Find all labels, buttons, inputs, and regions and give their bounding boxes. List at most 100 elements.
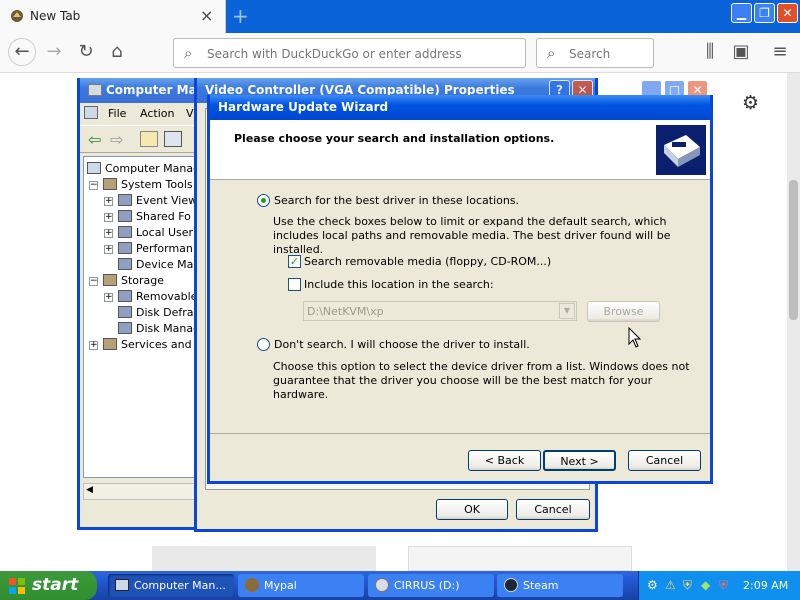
dont-search-radio[interactable] <box>257 338 270 351</box>
chevron-down-icon[interactable]: ▼ <box>559 303 575 319</box>
search-best-driver-label[interactable]: Search for the best driver in these loca… <box>274 194 519 207</box>
gear-icon[interactable]: ⚙ <box>742 92 759 114</box>
tree-item[interactable]: Services and A <box>103 338 197 351</box>
system-menu-icon[interactable] <box>84 106 98 119</box>
address-bar[interactable]: ⌕ Search with DuckDuckGo or enter addres… <box>173 38 526 68</box>
hardware-wizard-icon <box>656 125 706 175</box>
search-removable-media-checkbox[interactable]: ✓ <box>288 255 301 268</box>
tree-item[interactable]: Performan <box>118 242 193 255</box>
new-tab-button[interactable]: + <box>232 4 249 28</box>
tree-item-label: Performan <box>136 242 193 255</box>
show-hide-tree-icon[interactable] <box>164 131 182 147</box>
scroll-left-icon[interactable]: ◀ <box>86 485 93 495</box>
computer-management-icon <box>115 579 129 591</box>
tree-item-icon <box>118 290 132 302</box>
wizard-titlebar[interactable]: Hardware Update Wizard <box>210 95 710 120</box>
tree-expander[interactable]: + <box>104 197 113 206</box>
home-icon[interactable]: ⌂ <box>105 40 129 64</box>
shield-icon[interactable]: ⛨ <box>683 578 692 593</box>
tree-item-icon <box>103 338 117 350</box>
restore-window-button[interactable]: ❐ <box>754 3 775 23</box>
taskbar-item-label: CIRRUS (D:) <box>394 579 460 592</box>
taskbar-item-cirrus-drive[interactable]: CIRRUS (D:) <box>368 574 494 597</box>
reload-icon[interactable]: ↻ <box>74 40 98 64</box>
menu-action[interactable]: Action <box>140 107 174 120</box>
scrollbar-thumb[interactable] <box>789 180 798 320</box>
top-site-tile[interactable] <box>408 546 632 571</box>
tree-item-icon <box>118 242 132 254</box>
menu-icon[interactable]: ≡ <box>768 40 792 64</box>
tree-item-icon <box>118 194 132 206</box>
next-button[interactable]: Next > <box>543 450 616 471</box>
top-site-tile[interactable] <box>152 546 376 571</box>
browse-button[interactable]: Browse <box>587 301 660 322</box>
include-location-label[interactable]: Include this location in the search: <box>304 278 494 291</box>
back-arrow-icon[interactable]: ⇦ <box>88 130 101 149</box>
tree-item[interactable]: Removable <box>118 290 197 303</box>
menu-file[interactable]: File <box>108 107 126 120</box>
tree-item[interactable]: Computer Manage <box>87 162 197 175</box>
warning-shield-icon[interactable]: ⛨ <box>719 578 728 593</box>
tree-item[interactable]: System Tools <box>103 178 193 191</box>
include-location-checkbox[interactable] <box>288 278 301 291</box>
update-icon[interactable]: ◆ <box>701 578 710 592</box>
taskbar-item-label: Steam <box>523 579 559 592</box>
sidebar-icon[interactable]: ▣ <box>729 40 753 64</box>
properties-cancel-button[interactable]: Cancel <box>516 499 590 520</box>
tree-expander[interactable]: − <box>89 181 98 190</box>
ok-button[interactable]: OK <box>436 499 508 520</box>
tree-item[interactable]: Event View <box>118 194 197 207</box>
up-folder-icon[interactable] <box>140 131 158 147</box>
search-best-driver-description: Use the check boxes below to limit or ex… <box>273 215 671 256</box>
tab-new-tab[interactable]: New Tab × <box>0 0 226 33</box>
back-icon[interactable]: ← <box>8 38 36 66</box>
security-alert-icon[interactable]: ⚠ <box>665 578 676 592</box>
page-scrollbar[interactable] <box>787 73 800 571</box>
search-removable-media-label[interactable]: Search removable media (floppy, CD-ROM..… <box>304 255 551 268</box>
tree-expander[interactable]: + <box>104 229 113 238</box>
tree-item[interactable]: Disk Manag <box>118 322 198 335</box>
tree-item[interactable]: Device Ma <box>118 258 193 271</box>
taskbar-item-steam[interactable]: Steam <box>497 574 623 597</box>
minimize-window-button[interactable]: ▁ <box>731 3 752 23</box>
close-tab-icon[interactable]: × <box>200 6 213 25</box>
tree-expander[interactable]: + <box>104 213 113 222</box>
forward-icon[interactable]: → <box>42 40 66 64</box>
tree-expander[interactable]: + <box>104 245 113 254</box>
tree-expander[interactable]: + <box>104 293 113 302</box>
tree-item[interactable]: Storage <box>103 274 164 287</box>
tree-expander[interactable]: + <box>89 341 98 350</box>
tree-item[interactable]: Local User <box>118 226 193 239</box>
tree-item-label: Shared Fo <box>136 210 191 223</box>
tree-item-label: Storage <box>121 274 165 287</box>
search-best-driver-radio[interactable] <box>257 194 270 207</box>
tree-item-label: System Tools <box>121 178 193 191</box>
dont-search-label[interactable]: Don't search. I will choose the driver t… <box>274 338 530 351</box>
forward-arrow-icon[interactable]: ⇨ <box>110 130 123 149</box>
tree-item-icon <box>118 210 132 222</box>
wizard-cancel-button[interactable]: Cancel <box>628 450 701 471</box>
mouse-cursor-icon <box>628 327 642 348</box>
tree-item-icon <box>118 322 132 334</box>
tree-item[interactable]: Shared Fo <box>118 210 191 223</box>
tree-item-label: Device Ma <box>136 258 194 271</box>
tree-item-label: Disk Manag <box>136 322 198 335</box>
tree-item[interactable]: Disk Defra <box>118 306 194 319</box>
taskbar-item-computer-management[interactable]: Computer Man... <box>108 574 234 597</box>
library-icon[interactable]: ⫼ <box>698 40 722 64</box>
horizontal-scrollbar[interactable]: ◀ <box>83 483 198 500</box>
search-box[interactable]: ⌕ Search <box>536 38 654 68</box>
tree-item-icon <box>103 178 117 190</box>
back-button[interactable]: < Back <box>468 450 541 471</box>
tab-title: New Tab <box>30 9 81 23</box>
start-button[interactable]: start <box>0 571 97 600</box>
tree-expander[interactable]: − <box>89 277 98 286</box>
taskbar-item-label: Computer Man... <box>134 579 226 592</box>
address-placeholder: Search with DuckDuckGo or enter address <box>207 47 462 61</box>
computer-icon <box>88 84 102 96</box>
taskbar-item-mypal[interactable]: Mypal <box>238 574 364 597</box>
network-icon[interactable]: ⚙ <box>647 578 658 592</box>
windows-logo-icon <box>9 578 25 594</box>
close-window-button[interactable]: ✕ <box>777 3 798 23</box>
location-combobox[interactable]: D:\NetKVM\xp ▼ <box>303 301 577 321</box>
